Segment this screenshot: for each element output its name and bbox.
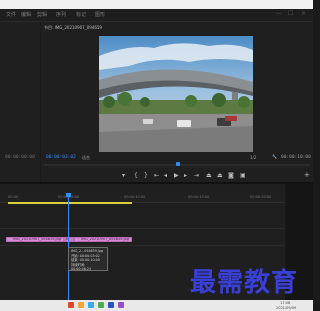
program-current-timecode[interactable]: 00:00:03:02 <box>46 155 76 160</box>
ruler-label: 00:00:10:00 <box>124 195 146 199</box>
ruler-label: 00:00 <box>8 195 19 199</box>
clock-date: 2021/09/09 <box>276 306 297 310</box>
compare-view-icon[interactable]: ▣ <box>240 172 246 179</box>
menu-graphics[interactable]: 图形 <box>95 11 105 18</box>
ruler-label: 00:00:20:00 <box>250 195 272 199</box>
menu-sequence[interactable]: 序列 <box>56 11 66 18</box>
tooltip-line: IMG_2...094659.jpg <box>71 249 103 253</box>
clip-video-2[interactable]: IMG_20210907_094659.jpg <box>74 237 132 242</box>
extract-icon[interactable]: ⏏ <box>217 172 223 179</box>
maximize-button[interactable]: ☐ <box>288 10 293 17</box>
app-icon-3[interactable] <box>88 302 94 308</box>
source-timecode: 00:00:00:00 <box>5 155 35 160</box>
taskbar <box>0 300 313 311</box>
go-to-out-icon[interactable]: ⇥ <box>194 172 199 179</box>
mark-out-icon[interactable]: } <box>144 172 148 179</box>
clip-tooltip: IMG_2...094659.jpg 开始: 00:00:03:02 结束: 0… <box>68 247 108 271</box>
step-back-icon[interactable]: ◂ <box>164 172 167 179</box>
add-button-icon[interactable]: + <box>304 171 310 179</box>
resolution-dropdown[interactable]: 1/2 <box>250 155 256 160</box>
tooltip-line: 结束: 00:00:10:00 <box>71 258 100 262</box>
clock-time: 17:08 <box>280 301 291 305</box>
wrench-icon[interactable]: 🔧 <box>272 154 277 159</box>
add-marker-icon[interactable]: ▾ <box>122 172 125 179</box>
minimize-button[interactable]: — <box>276 10 282 17</box>
menu-bar: 文件 编辑 剪辑 序列 标记 图形 — ☐ ✕ <box>0 9 313 22</box>
track-divider <box>0 228 285 229</box>
watermark-text: 最需教育 <box>190 268 299 298</box>
fit-dropdown[interactable]: 适合 <box>82 155 90 161</box>
work-area-bar[interactable] <box>8 202 132 204</box>
app-icon-4[interactable] <box>98 302 104 308</box>
ruler-label: 00:00:15:00 <box>188 195 210 199</box>
track-divider <box>0 245 285 246</box>
clip-video-1[interactable]: IMG_20210907_094659.jpg <box>6 237 64 242</box>
title-bar <box>0 0 313 9</box>
fx-badge[interactable]: fx <box>64 237 74 242</box>
app-icon-2[interactable] <box>78 302 84 308</box>
source-panel: 00:00:00:00 <box>0 22 40 182</box>
menu-edit[interactable]: 编辑 <box>21 11 31 18</box>
video-frame <box>99 36 253 152</box>
premiere-icon[interactable] <box>118 302 124 308</box>
menu-clip[interactable]: 剪辑 <box>37 11 47 18</box>
mark-in-icon[interactable]: { <box>134 172 138 179</box>
clip-label: IMG_20210907_094659.jpg <box>13 237 61 241</box>
export-frame-icon[interactable]: ◙ <box>228 172 234 179</box>
lift-icon[interactable]: ⏏ <box>206 172 212 179</box>
close-button[interactable]: ✕ <box>301 10 306 17</box>
play-icon[interactable]: ▶ <box>174 172 179 179</box>
tooltip-line: 持续时间: 00:00:06:23 <box>71 262 92 272</box>
app-icon-1[interactable] <box>68 302 74 308</box>
menu-file[interactable]: 文件 <box>6 11 16 18</box>
app-icon-5[interactable] <box>108 302 114 308</box>
program-duration-timecode: 00:00:10:00 <box>281 155 311 160</box>
clip-label: IMG_20210907_094659.jpg <box>81 237 129 241</box>
step-forward-icon[interactable]: ▸ <box>184 172 187 179</box>
monitor-playhead[interactable] <box>176 162 180 166</box>
playhead-handle[interactable] <box>66 193 71 197</box>
program-monitor-title: 节目: IMG_20210907_094659 <box>44 25 102 30</box>
menu-marker[interactable]: 标记 <box>76 11 86 18</box>
go-to-in-icon[interactable]: ⇤ <box>154 172 159 179</box>
